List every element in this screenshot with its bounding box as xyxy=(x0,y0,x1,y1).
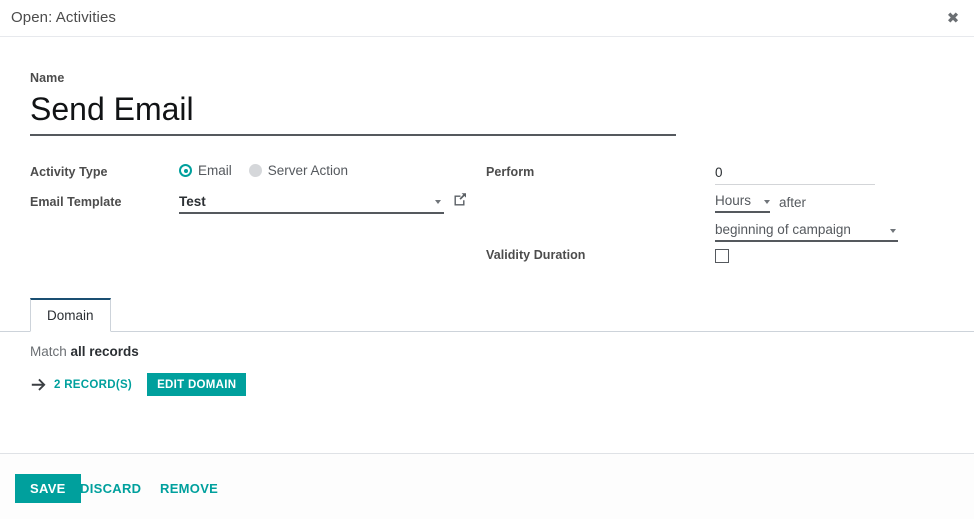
notebook-tabbar: Domain xyxy=(0,298,974,332)
perform-interval-input[interactable]: 0 xyxy=(715,164,875,185)
name-input-underline xyxy=(30,134,676,136)
edit-domain-button[interactable]: EDIT DOMAIN xyxy=(147,373,247,396)
perform-unit-value: Hours xyxy=(715,193,752,208)
activities-dialog: Open: Activities ✖ Name Send Email Activ… xyxy=(0,0,974,519)
tab-domain[interactable]: Domain xyxy=(30,298,111,332)
arrow-right-icon xyxy=(30,377,47,393)
radio-unselected-icon xyxy=(248,164,262,177)
perform-unit-select[interactable]: Hours xyxy=(715,192,770,213)
name-label: Name xyxy=(30,71,65,85)
chevron-down-icon xyxy=(890,229,896,233)
external-link-icon[interactable] xyxy=(452,191,468,207)
domain-match-text: Match all records xyxy=(30,344,139,359)
radio-option-email-label: Email xyxy=(198,163,232,178)
radio-option-server-action-label: Server Action xyxy=(267,163,349,178)
name-input[interactable]: Send Email xyxy=(30,87,676,131)
domain-match-value: all records xyxy=(70,344,139,359)
perform-after-label: after xyxy=(779,195,807,210)
perform-trigger-select[interactable]: beginning of campaign xyxy=(715,220,898,242)
dialog-body: Name Send Email Activity Type Email Serv… xyxy=(0,37,974,453)
dialog-title: Open: Activities xyxy=(11,9,116,26)
chevron-down-icon xyxy=(764,200,770,204)
domain-record-row: 2 RECORD(S) EDIT DOMAIN xyxy=(30,373,247,396)
domain-match-prefix: Match xyxy=(30,344,67,359)
domain-record-count-link[interactable]: 2 RECORD(S) xyxy=(54,379,132,391)
email-template-label: Email Template xyxy=(30,195,122,209)
perform-trigger-value: beginning of campaign xyxy=(715,222,851,237)
perform-interval-value: 0 xyxy=(715,165,723,180)
email-template-select[interactable]: Test xyxy=(179,192,444,214)
radio-option-email[interactable]: Email xyxy=(179,163,232,178)
close-icon[interactable]: ✖ xyxy=(941,7,965,29)
remove-button[interactable]: REMOVE xyxy=(152,474,226,503)
validity-duration-label: Validity Duration xyxy=(486,248,586,262)
email-template-value: Test xyxy=(179,194,206,209)
perform-label: Perform xyxy=(486,165,535,179)
radio-option-server-action[interactable]: Server Action xyxy=(248,163,349,178)
activity-type-radio-group: Email Server Action xyxy=(179,163,348,178)
validity-duration-checkbox[interactable] xyxy=(715,249,729,263)
discard-button[interactable]: DISCARD xyxy=(72,474,149,503)
perform-unit-row: Hours after xyxy=(715,192,806,213)
save-button[interactable]: SAVE xyxy=(15,474,81,503)
dialog-header: Open: Activities ✖ xyxy=(0,0,974,37)
dialog-footer: SAVE DISCARD REMOVE xyxy=(0,453,974,519)
activity-type-label: Activity Type xyxy=(30,165,108,179)
radio-selected-icon xyxy=(179,164,192,177)
chevron-down-icon xyxy=(435,200,441,204)
